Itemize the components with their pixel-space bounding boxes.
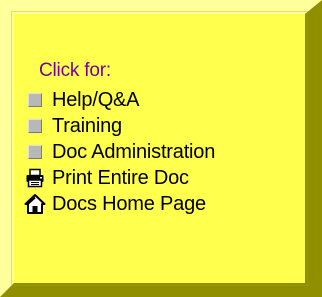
doc-administration-link[interactable]: Doc Administration: [24, 139, 215, 165]
docs-home-page-link[interactable]: Docs Home Page: [24, 191, 215, 217]
square-bullet-icon: [24, 115, 46, 137]
doc-administration-link-label: Doc Administration: [52, 140, 216, 163]
link-list: Help/Q&A Training Doc Administration Pri: [24, 87, 215, 217]
training-link[interactable]: Training: [24, 113, 215, 139]
help-qa-link[interactable]: Help/Q&A: [24, 87, 215, 113]
menu-heading: Click for:: [39, 60, 111, 81]
training-link-label: Training: [52, 114, 122, 137]
help-qa-link-label: Help/Q&A: [52, 88, 140, 111]
link-menu-panel: Click for: Help/Q&A Training Doc Adminis…: [0, 0, 322, 297]
square-bullet-icon: [24, 141, 46, 163]
home-icon: [24, 193, 46, 215]
printer-icon: [24, 167, 46, 189]
print-entire-doc-link[interactable]: Print Entire Doc: [24, 165, 215, 191]
print-entire-doc-link-label: Print Entire Doc: [52, 166, 189, 189]
docs-home-page-link-label: Docs Home Page: [52, 192, 206, 215]
square-bullet-icon: [24, 89, 46, 111]
